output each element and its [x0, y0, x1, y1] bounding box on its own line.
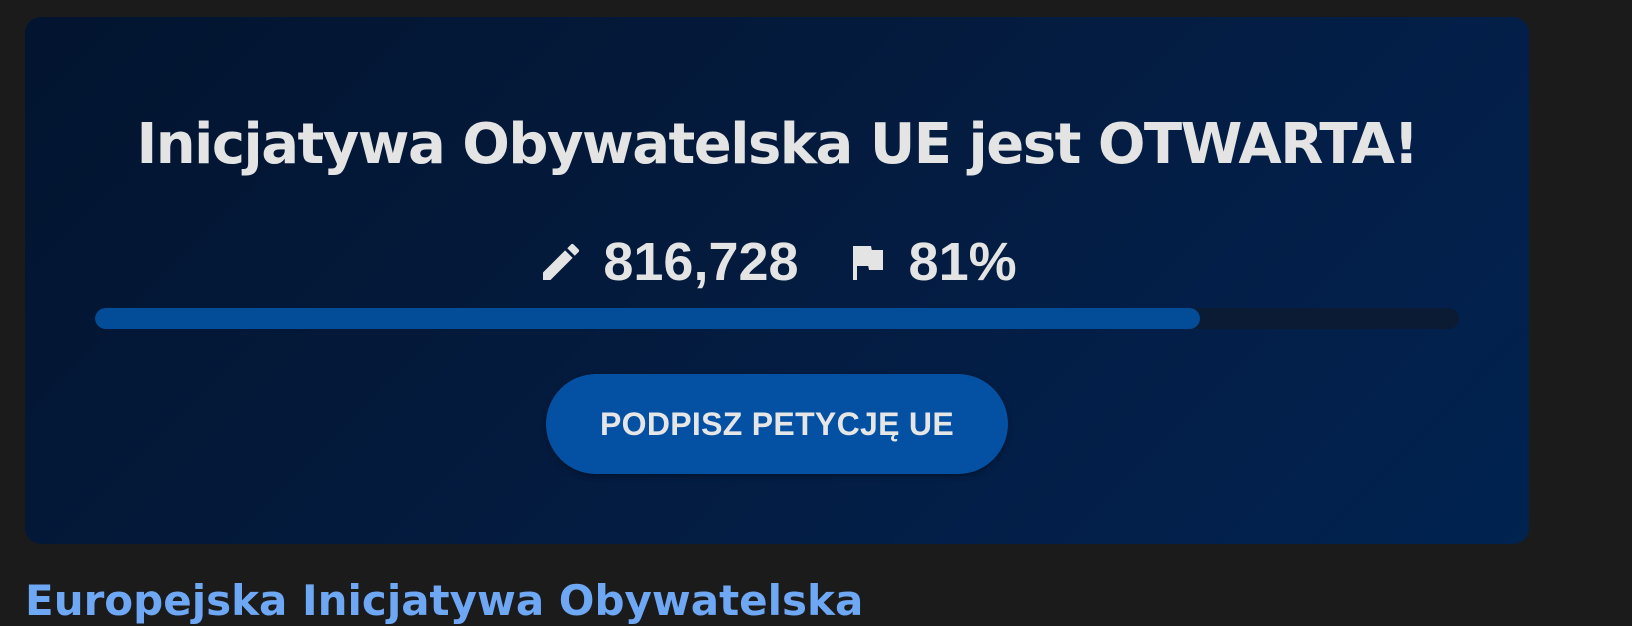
progress-bar [95, 308, 1459, 329]
goal-percentage: 81% [843, 231, 1017, 293]
pencil-icon [537, 238, 585, 286]
banner-title: Inicjatywa Obywatelska UE jest OTWARTA! [136, 112, 1419, 177]
sign-petition-button[interactable]: PODPISZ PETYCJĘ UE [546, 374, 1008, 474]
eci-link[interactable]: Europejska Inicjatywa Obywatelska [25, 576, 863, 626]
petition-banner: Inicjatywa Obywatelska UE jest OTWARTA! … [25, 17, 1529, 544]
petition-stats: 816,728 81% [25, 227, 1529, 297]
flag-icon [843, 238, 891, 286]
signature-count-value: 816,728 [603, 232, 799, 292]
progress-bar-fill [95, 308, 1200, 329]
signature-count: 816,728 [537, 231, 799, 293]
goal-percentage-value: 81% [908, 232, 1017, 292]
